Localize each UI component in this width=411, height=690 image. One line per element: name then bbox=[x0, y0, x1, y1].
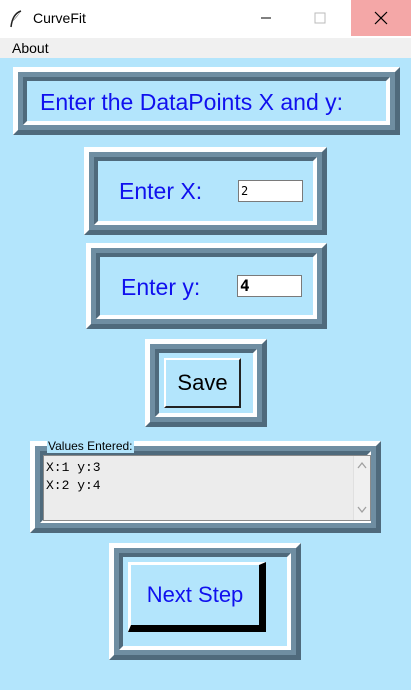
y-input[interactable]: 4 bbox=[237, 275, 302, 297]
menu-about[interactable]: About bbox=[12, 40, 49, 56]
minimize-button[interactable] bbox=[243, 0, 289, 36]
window-title: CurveFit bbox=[33, 10, 86, 26]
next-frame: Next Step bbox=[109, 543, 301, 660]
close-icon bbox=[374, 11, 388, 25]
values-legend: Values Entered: bbox=[47, 439, 134, 453]
feather-icon bbox=[10, 10, 22, 28]
app-window: CurveFit About Enter the DataPoints X an… bbox=[0, 0, 411, 690]
close-button[interactable] bbox=[351, 0, 411, 36]
x-label: Enter X: bbox=[119, 178, 203, 204]
values-line: X:1 y:3 bbox=[46, 460, 101, 475]
chevron-up-icon[interactable] bbox=[357, 461, 367, 469]
values-line: X:2 y:4 bbox=[46, 478, 101, 493]
values-textbox[interactable]: X:1 y:3 X:2 y:4 bbox=[43, 455, 371, 521]
maximize-icon bbox=[314, 12, 326, 24]
header-label: Enter the DataPoints X and y: bbox=[40, 89, 344, 115]
save-button[interactable]: Save bbox=[164, 358, 241, 408]
title-bar: CurveFit bbox=[0, 0, 411, 38]
chevron-down-icon[interactable] bbox=[357, 506, 367, 514]
menu-bar: About bbox=[0, 38, 411, 58]
values-scrollbar[interactable] bbox=[353, 456, 370, 520]
save-frame: Save bbox=[145, 339, 267, 427]
maximize-button[interactable] bbox=[297, 0, 343, 36]
y-label: Enter y: bbox=[121, 274, 201, 300]
minimize-icon bbox=[261, 17, 271, 19]
next-step-button[interactable]: Next Step bbox=[128, 562, 266, 632]
x-input[interactable]: 2 bbox=[238, 180, 303, 202]
